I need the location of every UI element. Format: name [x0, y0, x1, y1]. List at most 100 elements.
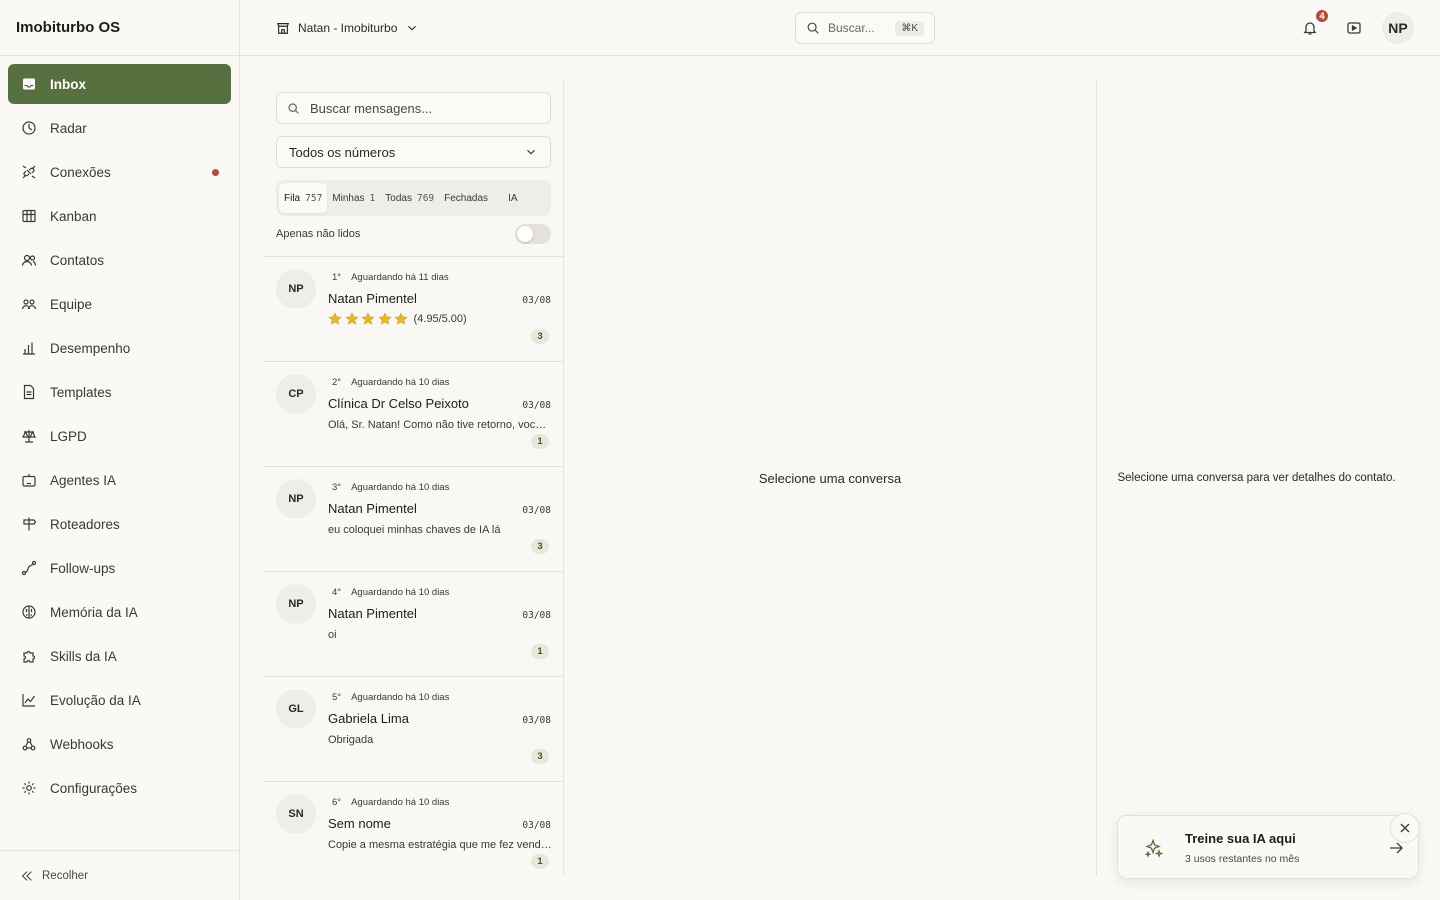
tutorial-video-button[interactable]: [1342, 16, 1366, 40]
star-icon: [345, 312, 358, 325]
sidebar-item-desempenho[interactable]: Desempenho: [8, 328, 231, 368]
conversation-item[interactable]: NP 3° Aguardando há 10 dias Natan Pimente…: [264, 467, 563, 572]
star-icon: [361, 312, 375, 325]
sidebar-item-configuracoes[interactable]: Configurações: [8, 768, 231, 808]
star-icon: [394, 312, 408, 325]
number-filter-value: Todos os números: [289, 144, 396, 160]
kanban-icon: [20, 207, 38, 225]
waiting-time: Aguardando há 10 dias: [351, 377, 450, 388]
waiting-time: Aguardando há 10 dias: [351, 482, 450, 493]
message-search-input[interactable]: [310, 100, 530, 116]
avatar: CP: [276, 374, 316, 414]
sidebar-item-templates[interactable]: Templates: [8, 372, 231, 412]
sidebar-item-label: LGPD: [50, 428, 87, 444]
sidebar-item-kanban[interactable]: Kanban: [8, 196, 231, 236]
queue-position: 2°: [332, 377, 342, 388]
queue-meta: 4° Aguardando há 10 dias: [332, 587, 449, 598]
global-search[interactable]: Buscar... ⌘K: [795, 12, 935, 44]
sidebar-item-roteadores[interactable]: Roteadores: [8, 504, 231, 544]
message-date: 03/08: [522, 505, 551, 516]
contact-name: Sem nome: [328, 816, 391, 831]
workspace-label: Natan - Imobiturbo: [298, 21, 398, 35]
conversation-item[interactable]: NP 4° Aguardando há 10 dias Natan Pimente…: [264, 572, 563, 677]
unread-only-row: Apenas não lidos: [276, 224, 551, 244]
tab-ia[interactable]: IA: [503, 183, 522, 213]
sidebar-item-contatos[interactable]: Contatos: [8, 240, 231, 280]
close-icon: [1400, 823, 1410, 833]
train-ai-toast[interactable]: Treine sua IA aqui 3 usos restantes no m…: [1117, 815, 1419, 879]
sidebar-item-lgpd[interactable]: LGPD: [8, 416, 231, 456]
sidebar-item-radar[interactable]: Radar: [8, 108, 231, 148]
sidebar-item-webhooks[interactable]: Webhooks: [8, 724, 231, 764]
scale-icon: [20, 427, 38, 445]
toast-subtitle: 3 usos restantes no mês: [1185, 853, 1300, 865]
user-avatar[interactable]: NP: [1382, 12, 1414, 44]
queue-position: 3°: [332, 482, 342, 493]
queue-meta: 6° Aguardando há 10 dias: [332, 797, 449, 808]
sidebar-item-memoria-ia[interactable]: Memória da IA: [8, 592, 231, 632]
tab-minhas[interactable]: Minhas 1: [327, 183, 380, 213]
tab-fila[interactable]: Fila 757: [279, 183, 328, 213]
sidebar-item-label: Equipe: [50, 296, 93, 312]
bell-icon: [1303, 22, 1317, 35]
app-logo[interactable]: Imobiturbo OS: [0, 0, 239, 56]
close-toast-button[interactable]: [1390, 813, 1420, 843]
message-date: 03/08: [522, 715, 551, 726]
sidebar-item-inbox[interactable]: Inbox: [8, 64, 231, 104]
store-icon: [276, 23, 290, 34]
message-date: 03/08: [522, 820, 551, 831]
chat-empty-state: Selecione uma conversa: [758, 470, 902, 486]
tab-todas[interactable]: Todas 769: [380, 183, 439, 213]
avatar: NP: [276, 584, 316, 624]
workspace-switcher[interactable]: Natan - Imobiturbo: [276, 16, 419, 40]
sidebar-item-agentes-ia[interactable]: Agentes IA: [8, 460, 231, 500]
sidebar-item-skills-ia[interactable]: Skills da IA: [8, 636, 231, 676]
waiting-time: Aguardando há 10 dias: [351, 692, 450, 703]
queue-meta: 3° Aguardando há 10 dias: [332, 482, 449, 493]
unread-only-toggle[interactable]: [515, 224, 551, 244]
conversation-item[interactable]: GL 5° Aguardando há 10 dias Gabriela Lima…: [264, 677, 563, 782]
file-text-icon: [20, 383, 38, 401]
contacts-icon: [20, 251, 38, 269]
tab-count: 769: [416, 192, 435, 204]
collapse-label: Recolher: [42, 869, 89, 882]
unread-count-badge: 3: [531, 539, 549, 554]
queue-position: 1°: [332, 272, 342, 283]
collapse-sidebar-button[interactable]: Recolher: [0, 850, 239, 900]
chat-panel: Selecione uma conversa: [564, 80, 1097, 876]
signpost-icon: [20, 515, 38, 533]
queue-position: 6°: [332, 797, 342, 808]
avatar: GL: [276, 689, 316, 729]
sidebar-item-equipe[interactable]: Equipe: [8, 284, 231, 324]
gear-icon: [20, 779, 38, 797]
tab-label: Todas: [385, 192, 412, 204]
sidebar-item-evolucao-ia[interactable]: Evolução da IA: [8, 680, 231, 720]
queue-position: 4°: [332, 587, 342, 598]
conversation-item[interactable]: SN 6° Aguardando há 10 dias Sem nome 03/0…: [264, 782, 563, 876]
sidebar-item-label: Kanban: [50, 208, 97, 224]
queue-position: 5°: [332, 692, 342, 703]
sidebar-item-label: Skills da IA: [50, 648, 117, 664]
number-filter-select[interactable]: Todos os números: [276, 136, 551, 168]
video-icon: [1347, 22, 1361, 34]
notifications-button[interactable]: 4: [1298, 8, 1330, 40]
avatar: NP: [276, 479, 316, 519]
sidebar-item-label: Agentes IA: [50, 472, 117, 488]
tab-fechadas[interactable]: Fechadas: [439, 183, 493, 213]
conversation-item[interactable]: CP 2° Aguardando há 10 dias Clínica Dr Ce…: [264, 362, 563, 467]
sidebar-item-label: Contatos: [50, 252, 105, 268]
sidebar-item-follow-ups[interactable]: Follow-ups: [8, 548, 231, 588]
contact-name: Clínica Dr Celso Peixoto: [328, 396, 469, 411]
rating-value: (4.95/5.00): [413, 313, 467, 325]
sidebar-item-label: Evolução da IA: [50, 692, 141, 708]
sidebar-item-conexoes[interactable]: Conexões: [8, 152, 231, 192]
conversation-item[interactable]: NP 1° Aguardando há 11 dias Natan Pimente…: [264, 257, 563, 362]
sidebar-item-label: Follow-ups: [50, 560, 116, 576]
details-empty-state: Selecione uma conversa para ver detalhes…: [1117, 472, 1396, 484]
message-search[interactable]: [276, 92, 551, 124]
radar-icon: [20, 119, 38, 137]
rating: (4.95/5.00): [328, 312, 467, 326]
conversation-list: NP 1° Aguardando há 11 dias Natan Pimente…: [264, 256, 563, 876]
bot-icon: [20, 471, 38, 489]
unread-count-badge: 3: [531, 329, 549, 344]
